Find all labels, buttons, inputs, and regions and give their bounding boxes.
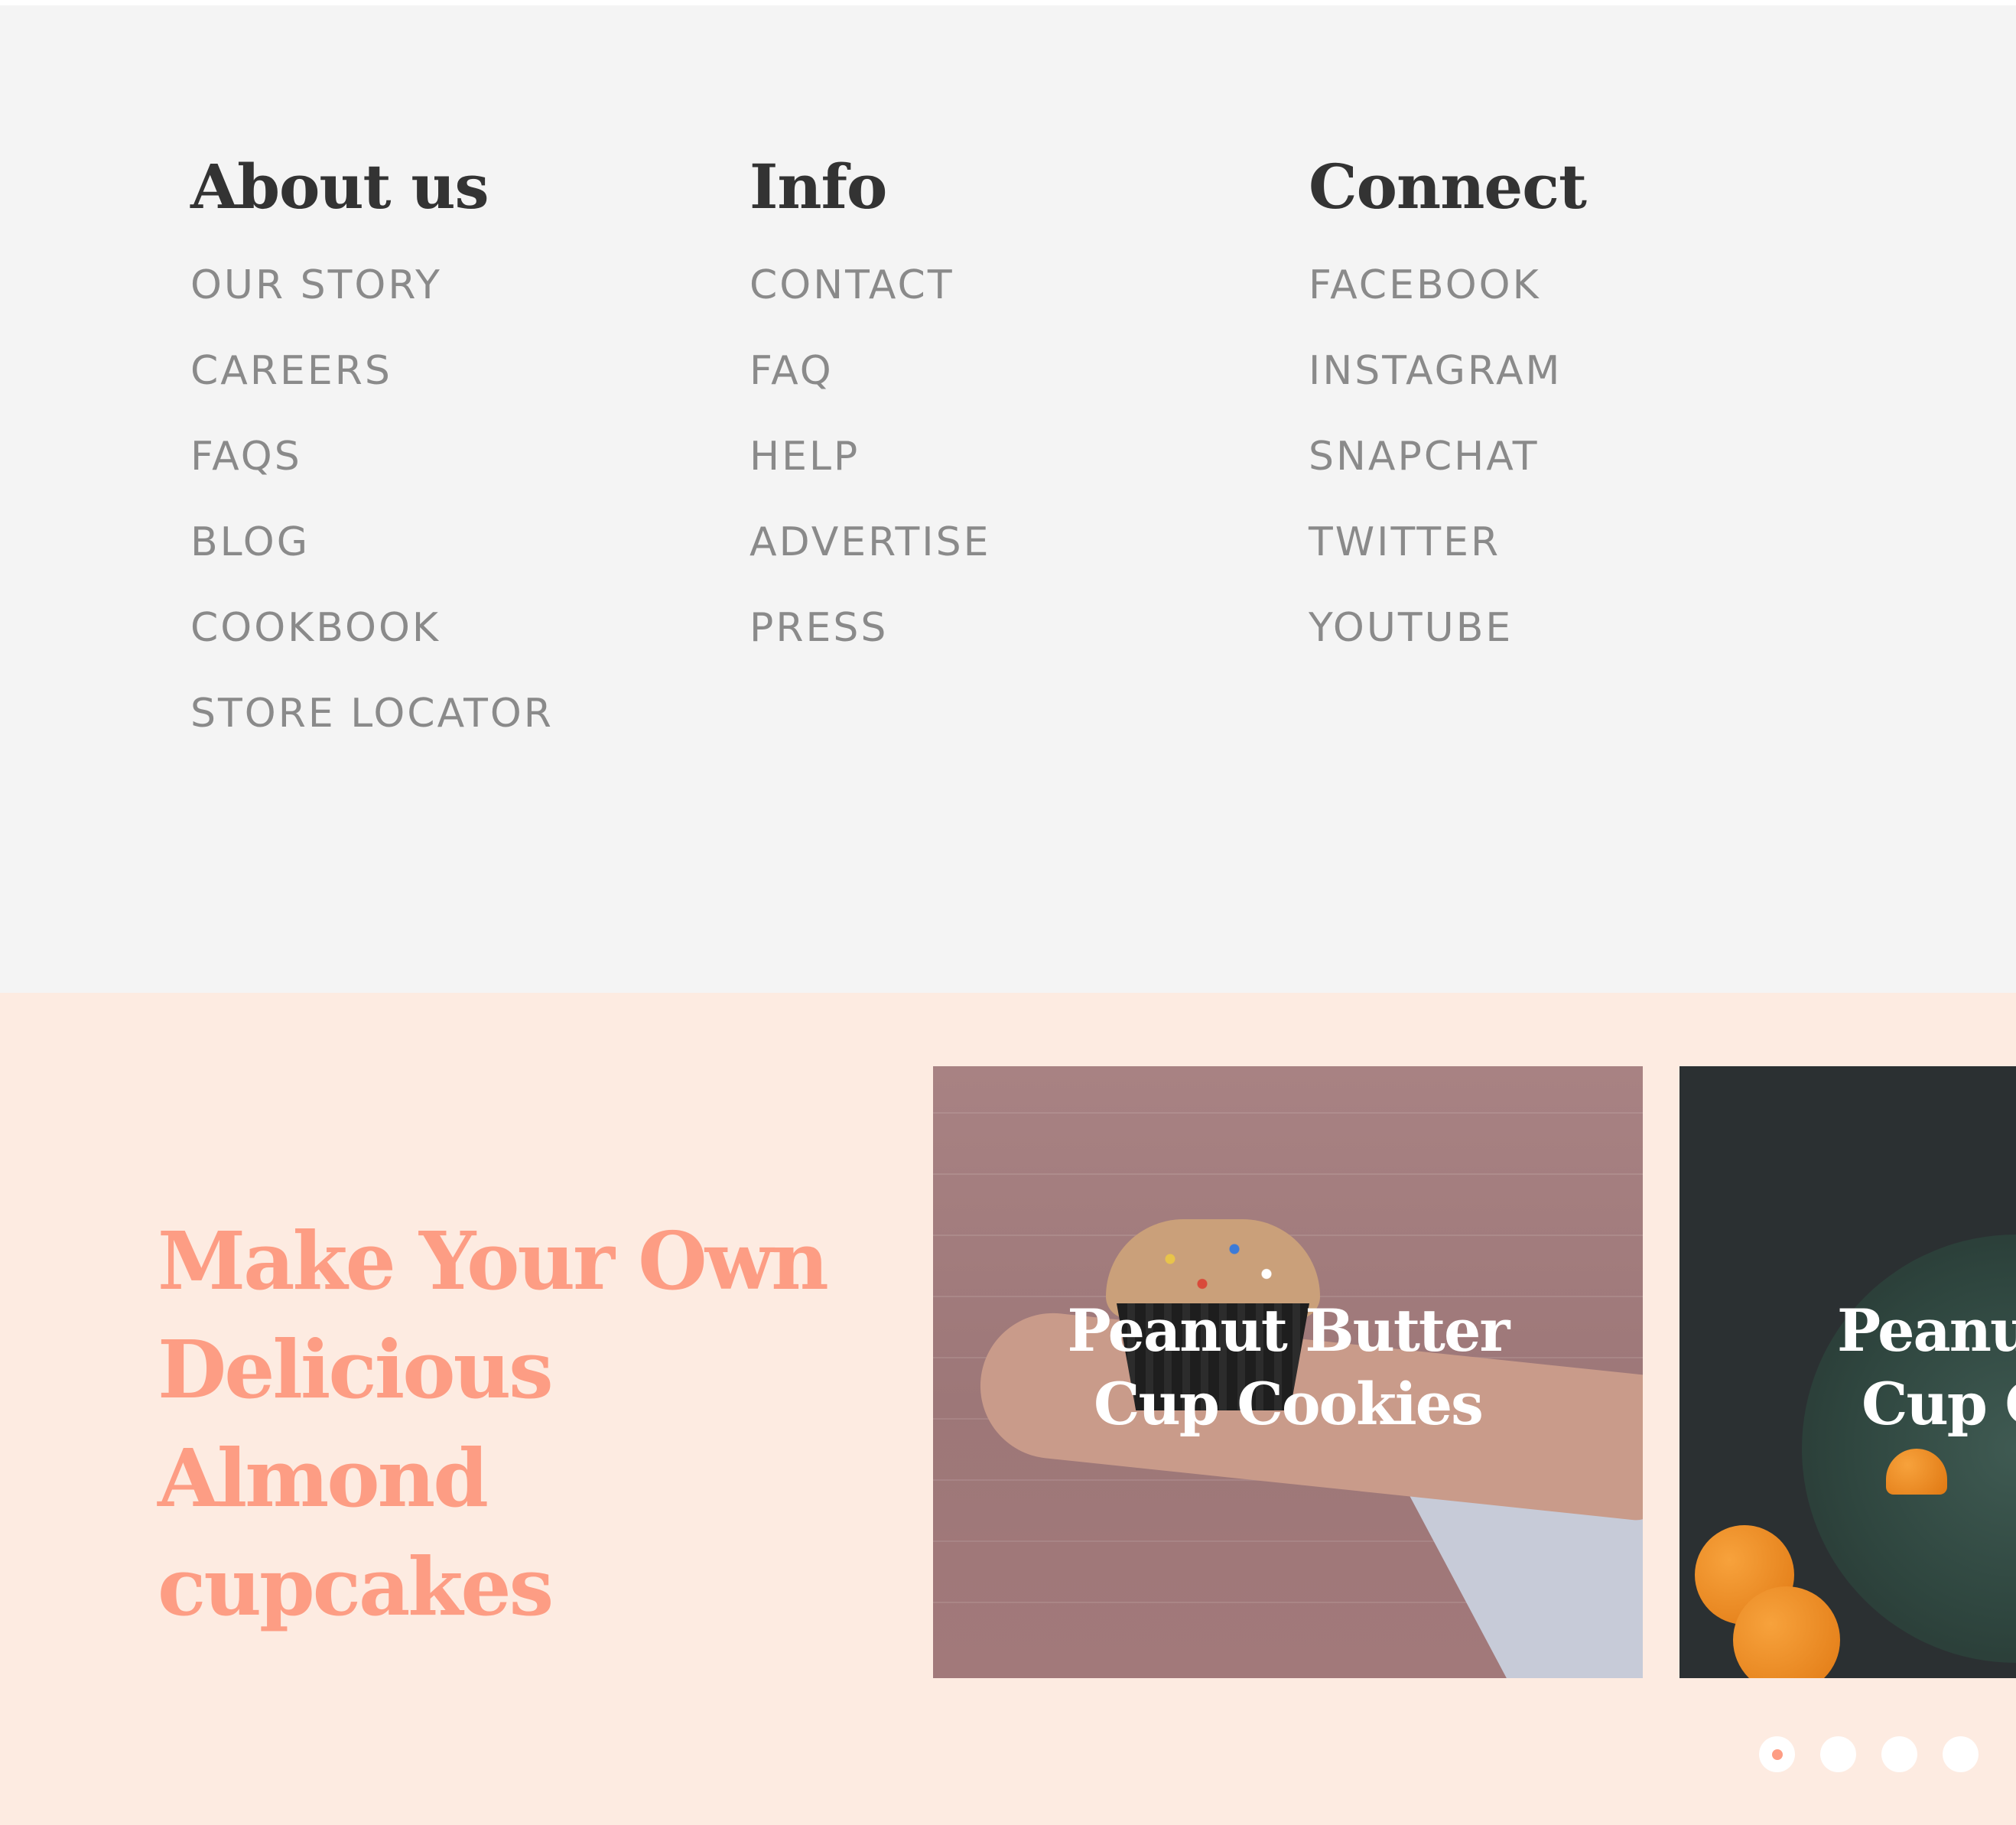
- carousel-dot-4[interactable]: [1943, 1736, 1979, 1772]
- footer-link-list-connect: FACEBOOK INSTAGRAM SNAPCHAT TWITTER YOUT…: [1309, 242, 1586, 671]
- footer-heading-about: About us: [190, 151, 489, 223]
- footer-link-snapchat[interactable]: SNAPCHAT: [1309, 414, 1586, 499]
- carousel-pagination: [1759, 1736, 1979, 1772]
- footer-link-cookbook[interactable]: COOKBOOK: [190, 585, 554, 671]
- footer-link-list-info: CONTACT FAQ HELP ADVERTISE PRESS: [749, 242, 990, 671]
- recipe-card-2-title-line2: Cup Cookies: [1862, 1370, 2016, 1438]
- footer-link-youtube[interactable]: YOUTUBE: [1309, 585, 1586, 671]
- footer-heading-connect: Connect: [1309, 151, 1587, 223]
- footer-link-faqs[interactable]: FAQS: [190, 414, 554, 499]
- footer-link-our-story[interactable]: OUR STORY: [190, 242, 554, 328]
- footer-column-info: Info CONTACT FAQ HELP ADVERTISE PRESS: [749, 148, 990, 671]
- recipe-card-1-title-line2: Cup Cookies: [1094, 1370, 1484, 1438]
- recipe-card-2-title: Peanut Butter Cup Cookies: [1837, 1294, 2016, 1441]
- carousel-dot-3[interactable]: [1881, 1736, 1917, 1772]
- footer-link-list-about: OUR STORY CAREERS FAQS BLOG COOKBOOK STO…: [190, 242, 554, 756]
- footer-column-connect: Connect FACEBOOK INSTAGRAM SNAPCHAT TWIT…: [1309, 148, 1587, 671]
- footer-link-contact[interactable]: CONTACT: [749, 242, 990, 328]
- footer-link-careers[interactable]: CAREERS: [190, 328, 554, 414]
- recipe-card-2[interactable]: Peanut Butter Cup Cookies: [1679, 1066, 2016, 1678]
- recipe-card-1[interactable]: Peanut Butter Cup Cookies: [933, 1066, 1643, 1678]
- carousel-dot-1[interactable]: [1759, 1736, 1795, 1772]
- footer-link-store-locator[interactable]: STORE LOCATOR: [190, 671, 554, 756]
- footer-link-press[interactable]: PRESS: [749, 585, 990, 671]
- footer-link-advertise[interactable]: ADVERTISE: [749, 499, 990, 585]
- recipe-promo-section: Make Your Own Delicious Almond cupcakes …: [0, 993, 2016, 1825]
- promo-title: Make Your Own Delicious Almond cupcakes: [158, 1214, 829, 1634]
- footer-column-about: About us OUR STORY CAREERS FAQS BLOG COO…: [190, 148, 554, 756]
- footer-link-facebook[interactable]: FACEBOOK: [1309, 242, 1586, 328]
- footer-links-section: About us OUR STORY CAREERS FAQS BLOG COO…: [0, 5, 2016, 993]
- recipe-card-2-title-line1: Peanut Butter: [1837, 1296, 2016, 1365]
- footer-link-faq[interactable]: FAQ: [749, 328, 990, 414]
- footer-heading-info: Info: [749, 151, 887, 223]
- footer-link-blog[interactable]: BLOG: [190, 499, 554, 585]
- footer-link-twitter[interactable]: TWITTER: [1309, 499, 1586, 585]
- recipe-card-1-title: Peanut Butter Cup Cookies: [933, 1294, 1643, 1441]
- recipe-card-1-title-line1: Peanut Butter: [1067, 1296, 1510, 1365]
- carousel-dot-2[interactable]: [1820, 1736, 1856, 1772]
- footer-link-help[interactable]: HELP: [749, 414, 990, 499]
- footer-link-instagram[interactable]: INSTAGRAM: [1309, 328, 1586, 414]
